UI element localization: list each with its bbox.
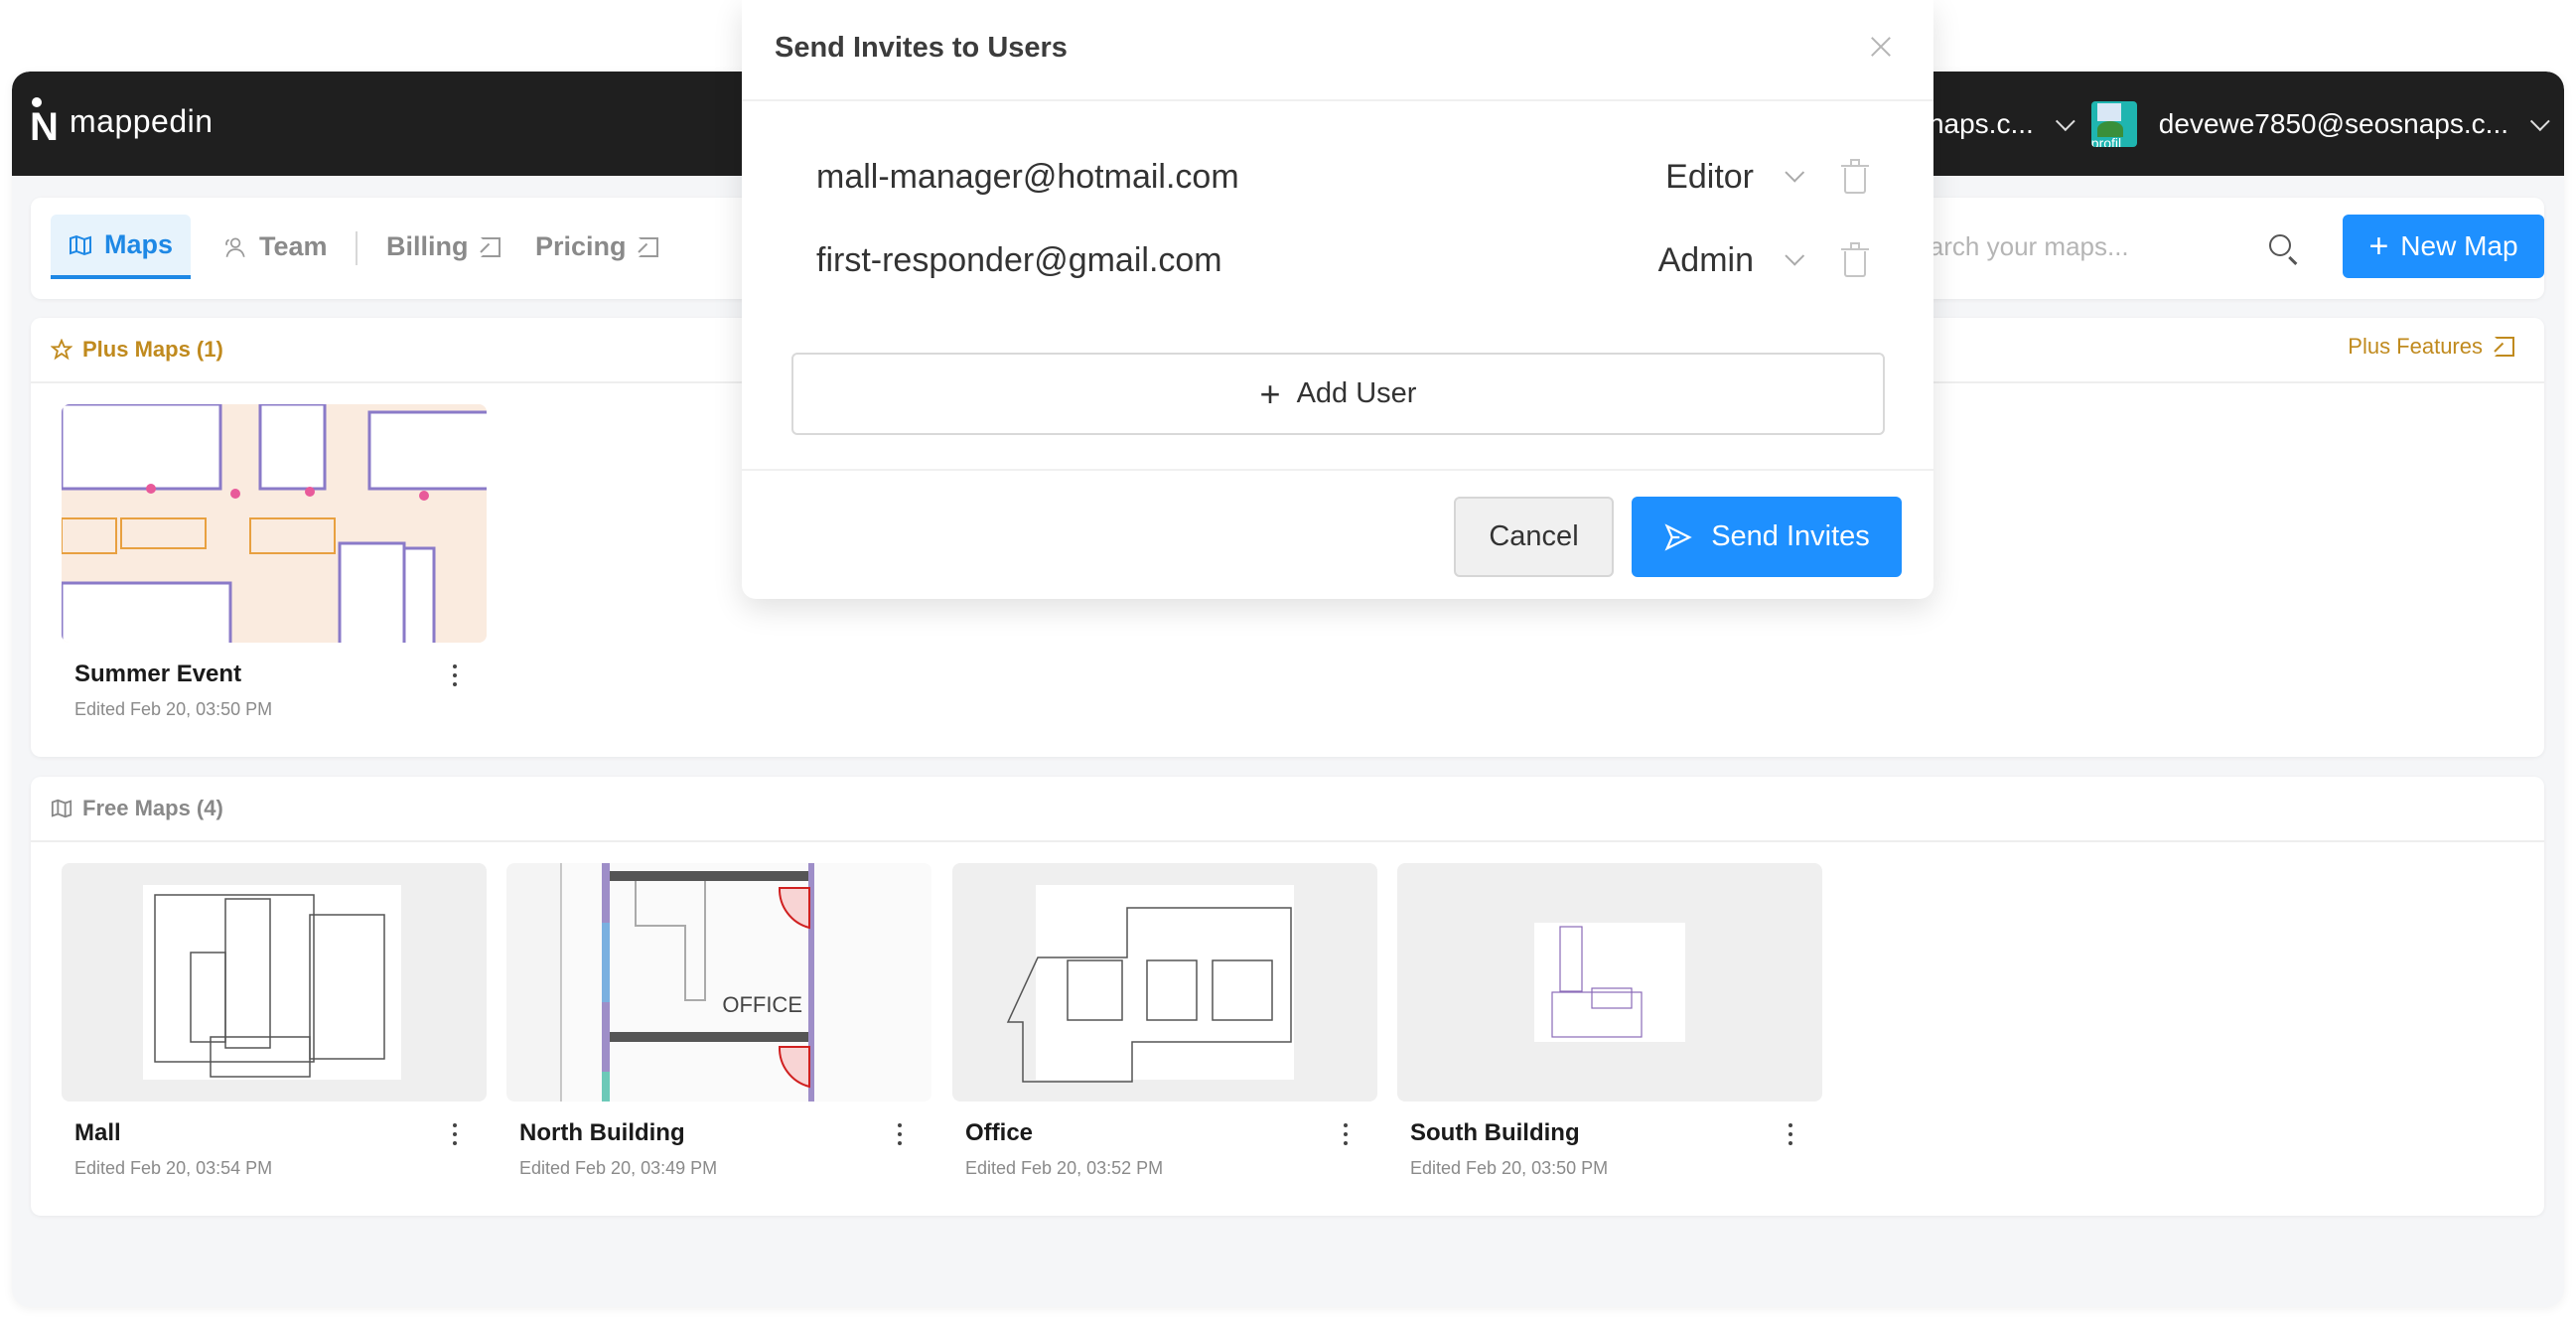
modal-footer-divider <box>742 469 1933 471</box>
invite-email: first-responder@gmail.com <box>816 240 1222 279</box>
send-icon <box>1664 522 1692 551</box>
chevron-down-icon <box>1785 162 1805 183</box>
plus-icon: + <box>1259 372 1281 414</box>
close-icon[interactable] <box>1868 34 1894 60</box>
role-select[interactable]: Editor <box>1665 158 1805 197</box>
add-user-button[interactable]: + Add User <box>791 353 1885 435</box>
chevron-down-icon <box>1785 245 1805 266</box>
modal-title: Send Invites to Users <box>775 32 1068 64</box>
invite-row: mall-manager@hotmail.com Editor <box>816 147 1869 207</box>
send-invites-button[interactable]: Send Invites <box>1632 497 1902 577</box>
trash-icon[interactable] <box>1841 242 1869 278</box>
invite-email: mall-manager@hotmail.com <box>816 157 1239 196</box>
send-invites-modal: Send Invites to Users mall-manager@hotma… <box>742 0 1933 599</box>
invite-row: first-responder@gmail.com Admin <box>816 230 1869 290</box>
role-select[interactable]: Admin <box>1658 241 1805 280</box>
cancel-button[interactable]: Cancel <box>1454 497 1614 577</box>
trash-icon[interactable] <box>1841 159 1869 195</box>
modal-header-divider <box>742 99 1933 101</box>
